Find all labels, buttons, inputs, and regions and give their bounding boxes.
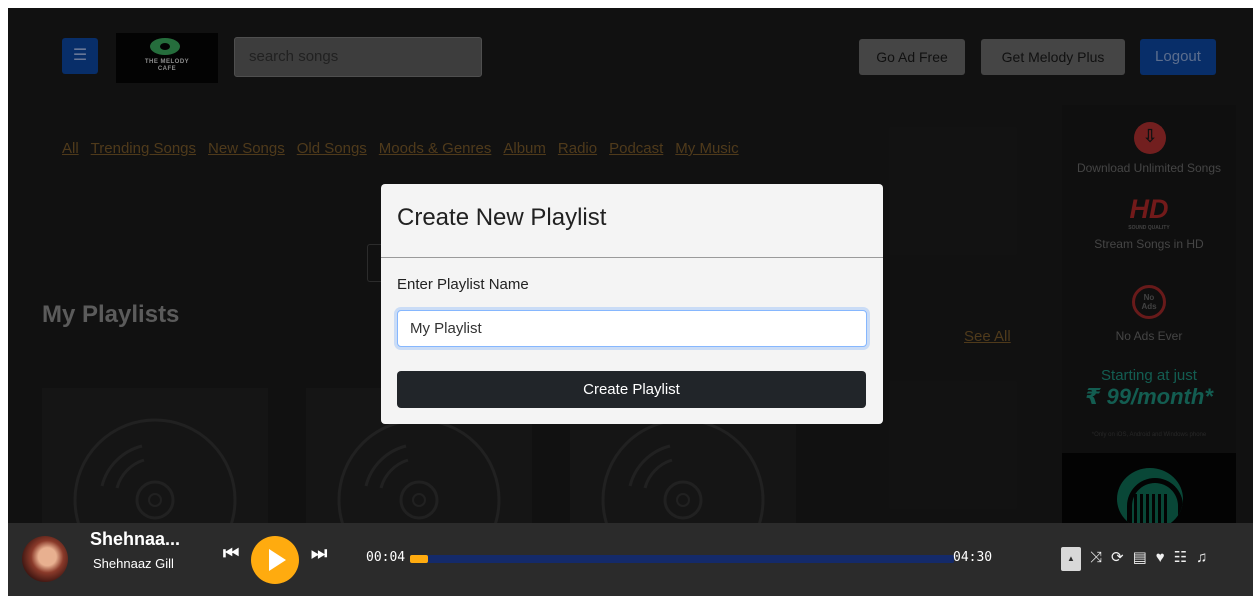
lyrics-icon[interactable]: ▤ [1133, 547, 1147, 569]
previous-track-icon[interactable]: ⏮ [223, 543, 239, 564]
modal-title: Create New Playlist [397, 204, 607, 231]
modal-header: Create New Playlist [381, 184, 883, 258]
song-title: Shehnaa... [90, 529, 181, 549]
create-playlist-modal: Create New Playlist Enter Playlist Name … [381, 184, 883, 424]
album-cover[interactable] [22, 536, 68, 582]
current-time: 00:04 [366, 550, 406, 565]
expand-player-icon[interactable]: ▲ [1061, 547, 1081, 571]
player-extra-controls: ⤨ ⟳ ▤ ♥ ☷ ♫ [1090, 547, 1207, 569]
music-player: Shehnaa... Shehnaaz Gill ⏮ ⏭ 00:04 04:30… [8, 523, 1253, 596]
playlist-icon[interactable]: ♫ [1196, 547, 1207, 569]
app: ☰ THE MELODY CAFE search songs Go Ad Fre… [8, 8, 1253, 596]
queue-icon[interactable]: ☷ [1174, 547, 1187, 569]
playlist-name-input[interactable] [397, 310, 867, 347]
next-track-icon[interactable]: ⏭ [311, 543, 327, 564]
repeat-icon[interactable]: ⟳ [1111, 547, 1124, 569]
progress-bar[interactable] [410, 555, 954, 563]
song-artist: Shehnaaz Gill [93, 556, 174, 571]
create-playlist-button[interactable]: Create Playlist [397, 371, 866, 408]
play-button[interactable] [251, 536, 299, 584]
total-time: 04:30 [953, 550, 993, 565]
playlist-name-label: Enter Playlist Name [397, 276, 529, 293]
heart-icon[interactable]: ♥ [1156, 547, 1165, 569]
shuffle-icon[interactable]: ⤨ [1090, 547, 1102, 569]
progress-fill [410, 555, 428, 563]
